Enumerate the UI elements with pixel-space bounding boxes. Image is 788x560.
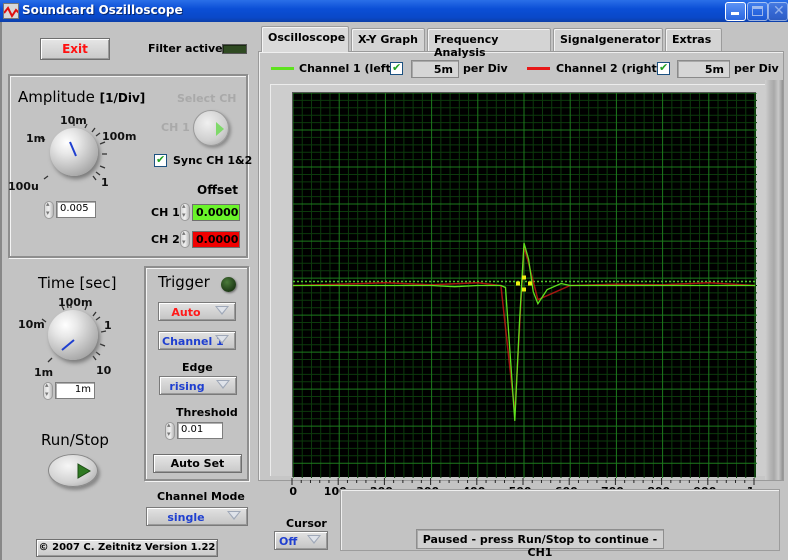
close-button[interactable]: ✕	[768, 2, 788, 21]
trigger-marker-icon	[522, 275, 526, 280]
tab-oscilloscope[interactable]: Oscilloscope	[261, 26, 349, 52]
time-title: Time [sec]	[38, 274, 117, 292]
amplitude-title-text: Amplitude	[18, 88, 95, 106]
channel1-per-div-label: per Div	[463, 62, 508, 75]
trigger-mode-value: Auto	[171, 306, 201, 319]
channel-mode-select[interactable]: single	[146, 507, 248, 526]
minimize-button[interactable]	[725, 2, 746, 21]
channel-mode-label: Channel Mode	[157, 490, 245, 503]
select-ch-current: CH 1	[161, 121, 190, 134]
status-text: Paused - press Run/Stop to continue - CH…	[416, 529, 664, 559]
time-knob[interactable]	[48, 310, 98, 360]
offset-ch2-input[interactable]: 0.0000	[192, 231, 240, 248]
time-input[interactable]: 1m	[55, 382, 95, 399]
amplitude-knob-indicator	[69, 141, 77, 157]
tab-xy-graph[interactable]: X-Y Graph	[351, 28, 425, 51]
sync-label: Sync CH 1&2	[173, 154, 253, 167]
x-tick-label: 0	[289, 485, 298, 498]
run-stop-button[interactable]	[48, 454, 98, 487]
time-tick-10m: 10m	[18, 318, 45, 331]
channel1-legend-line	[271, 67, 294, 70]
threshold-label: Threshold	[176, 406, 238, 419]
cursor-label: Cursor	[286, 517, 327, 530]
offset-label: Offset	[197, 183, 238, 197]
exit-button[interactable]: Exit	[40, 38, 110, 60]
chevron-down-icon	[227, 511, 241, 520]
amplitude-unit: [1/Div]	[99, 91, 146, 105]
chevron-down-icon	[307, 535, 321, 544]
minimize-icon	[731, 12, 739, 15]
trigger-source-select[interactable]: Channel 1	[158, 331, 236, 350]
copyright-label: © 2007 C. Zeitnitz Version 1.22	[36, 539, 218, 557]
edge-value: rising	[169, 380, 205, 393]
offset-ch1-label: CH 1	[151, 206, 180, 219]
app-icon	[3, 3, 19, 19]
channel2-per-div-label: per Div	[734, 62, 779, 75]
trigger-marker-icon	[522, 287, 526, 292]
amplitude-knob[interactable]	[50, 128, 98, 176]
time-tick-10: 10	[96, 364, 112, 377]
edge-select[interactable]: rising	[159, 376, 237, 395]
cursor-value: Off	[279, 535, 298, 548]
offset-ch2-label: CH 2	[151, 233, 180, 246]
trigger-led	[221, 277, 236, 292]
threshold-spinner[interactable]	[165, 421, 175, 440]
channel2-legend-line	[527, 67, 550, 70]
run-stop-label: Run/Stop	[41, 431, 109, 449]
channel-mode-value: single	[167, 511, 205, 524]
tab-frequency-analysis[interactable]: Frequency Analysis	[427, 28, 551, 59]
trigger-marker-icon	[528, 281, 532, 286]
amp-tick-100m: 100m	[102, 130, 137, 143]
amplitude-input[interactable]: 0.005	[56, 201, 96, 218]
amp-tick-1m: 1m	[26, 132, 46, 145]
amplitude-title: Amplitude [1/Div]	[18, 88, 145, 106]
amplitude-spinner[interactable]	[44, 200, 54, 219]
chevron-down-icon	[216, 380, 230, 389]
amp-tick-10m: 10m	[60, 114, 87, 127]
title-bar: Soundcard Oszilloscope ✕	[0, 0, 788, 22]
tab-signalgenerator[interactable]: Signalgenerator	[553, 28, 663, 51]
threshold-input[interactable]: 0.01	[177, 422, 223, 439]
offset-ch1-spinner[interactable]	[180, 202, 190, 221]
play-icon	[77, 463, 91, 479]
channel2-per-div[interactable]: 5m	[677, 60, 730, 78]
channel1-checkbox[interactable]	[390, 61, 403, 75]
offset-ch2-spinner[interactable]	[180, 229, 190, 248]
chevron-down-icon	[215, 306, 229, 315]
play-arrow-icon	[216, 122, 224, 136]
amp-tick-100u: 100u	[8, 180, 39, 193]
tab-extras[interactable]: Extras	[665, 28, 722, 51]
chevron-down-icon	[215, 335, 229, 344]
channel1-per-div[interactable]: 5m	[411, 60, 459, 78]
plot-scrollbar-bezel	[765, 80, 783, 480]
edge-label: Edge	[182, 361, 213, 374]
oscilloscope-plot[interactable]	[292, 92, 757, 501]
time-spinner[interactable]	[43, 381, 53, 400]
amp-tick-1: 1	[101, 176, 109, 189]
time-knob-indicator	[61, 339, 75, 351]
window-border	[0, 22, 2, 560]
filter-active-led	[222, 44, 247, 54]
sync-checkbox[interactable]	[154, 153, 167, 167]
plot-svg	[292, 92, 757, 501]
channel2-label: Channel 2 (right)	[556, 62, 662, 75]
time-tick-1: 1	[104, 319, 112, 332]
time-tick-100m: 100m	[58, 296, 93, 309]
filter-active-label: Filter active	[148, 42, 223, 55]
offset-ch1-input[interactable]: 0.0000	[192, 204, 240, 221]
window-title: Soundcard Oszilloscope	[22, 3, 183, 17]
time-tick-1m: 1m	[34, 366, 54, 379]
maximize-button[interactable]	[747, 2, 768, 21]
auto-set-button[interactable]: Auto Set	[153, 454, 242, 473]
select-ch-switch[interactable]	[193, 110, 229, 146]
cursor-select[interactable]: Off	[274, 531, 328, 550]
trigger-marker-icon	[516, 281, 520, 286]
trigger-mode-select[interactable]: Auto	[158, 302, 236, 321]
trigger-title: Trigger	[158, 273, 210, 291]
select-ch-label: Select CH	[177, 92, 237, 105]
channel1-label: Channel 1 (left)	[299, 62, 396, 75]
maximize-icon	[752, 6, 763, 16]
channel2-checkbox[interactable]	[657, 61, 670, 75]
close-icon: ✕	[773, 3, 785, 19]
